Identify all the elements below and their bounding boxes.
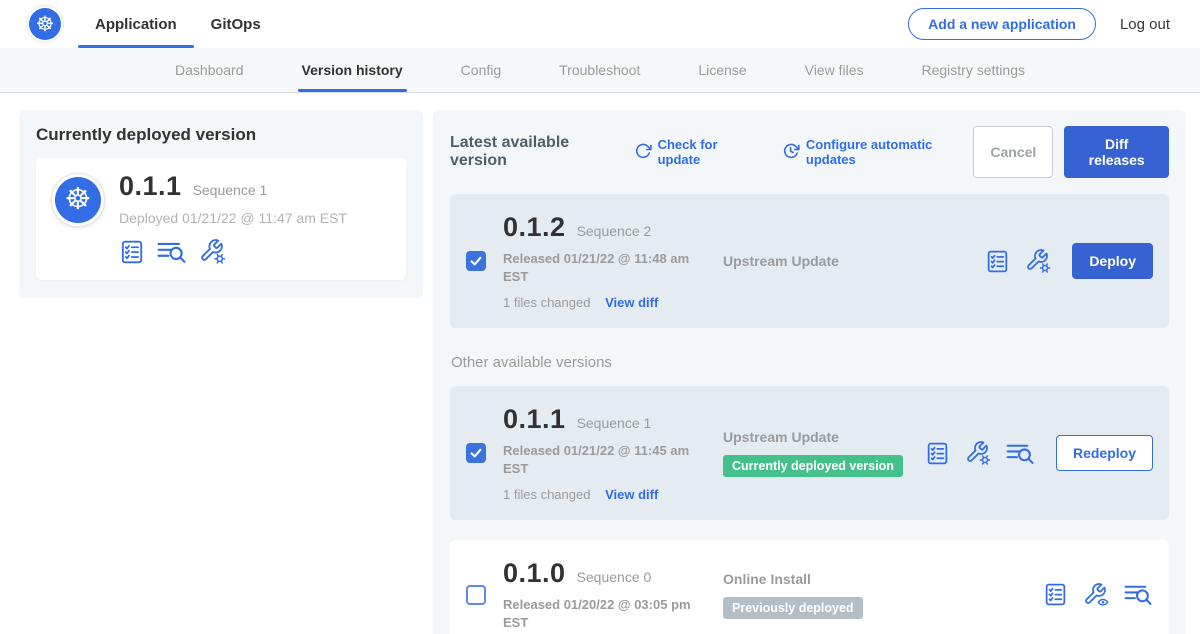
files-changed-label: 1 files changed xyxy=(503,295,590,310)
deployed-version-number: 0.1.1 xyxy=(119,171,182,202)
redeploy-button[interactable]: Redeploy xyxy=(1056,435,1153,471)
version-row-0-1-2: 0.1.2 Sequence 2 Released 01/21/22 @ 11:… xyxy=(450,194,1169,328)
check-for-update-link[interactable]: Check for update xyxy=(634,137,756,167)
checklist-icon[interactable] xyxy=(119,239,145,265)
subnav-view-files[interactable]: View files xyxy=(805,48,864,92)
version-number: 0.1.2 xyxy=(503,212,566,243)
version-sequence: Sequence 2 xyxy=(577,223,652,239)
top-nav: ☸ Application GitOps Add a new applicati… xyxy=(0,0,1200,48)
view-diff-link[interactable]: View diff xyxy=(605,487,658,502)
logout-button[interactable]: Log out xyxy=(1120,16,1170,33)
refresh-icon xyxy=(634,142,652,163)
released-timestamp: Released 01/20/22 @ 03:05 pm EST xyxy=(503,596,693,631)
kubernetes-app-icon: ☸ xyxy=(55,177,101,223)
deployed-panel-title: Currently deployed version xyxy=(36,125,406,145)
subnav-config[interactable]: Config xyxy=(461,48,501,92)
released-timestamp: Released 01/21/22 @ 11:48 am EST xyxy=(503,250,693,285)
version-source: Upstream Update xyxy=(723,253,985,269)
wrench-gear-icon[interactable] xyxy=(199,238,226,265)
wrench-eye-icon[interactable] xyxy=(1083,582,1109,608)
version-checkbox[interactable] xyxy=(466,443,486,463)
checklist-icon[interactable] xyxy=(1043,582,1068,607)
deployed-timestamp: Deployed 01/21/22 @ 11:47 am EST xyxy=(119,210,347,226)
version-checkbox[interactable] xyxy=(466,585,486,605)
configure-auto-updates-label: Configure automatic updates xyxy=(806,137,974,167)
other-versions-label: Other available versions xyxy=(451,354,1169,371)
section-nav: Dashboard Version history Config Trouble… xyxy=(0,48,1200,93)
wrench-gear-icon[interactable] xyxy=(1025,248,1051,274)
version-row-0-1-1: 0.1.1 Sequence 1 Released 01/21/22 @ 11:… xyxy=(450,386,1169,520)
cancel-button[interactable]: Cancel xyxy=(973,126,1053,178)
files-changed-label: 1 files changed xyxy=(503,487,590,502)
subnav-dashboard[interactable]: Dashboard xyxy=(175,48,244,92)
version-sequence: Sequence 1 xyxy=(577,415,652,431)
file-search-icon[interactable] xyxy=(1124,582,1153,607)
version-row-0-1-0: 0.1.0 Sequence 0 Released 01/20/22 @ 03:… xyxy=(450,540,1169,634)
tab-gitops[interactable]: GitOps xyxy=(194,0,278,48)
tab-application[interactable]: Application xyxy=(78,0,194,48)
subnav-troubleshoot[interactable]: Troubleshoot xyxy=(559,48,640,92)
deployed-version-card: ☸ 0.1.1 Sequence 1 Deployed 01/21/22 @ 1… xyxy=(36,158,406,280)
version-source: Upstream Update xyxy=(723,429,925,445)
main-content: Currently deployed version ☸ 0.1.1 Seque… xyxy=(0,93,1200,634)
deployed-sequence: Sequence 1 xyxy=(193,182,268,198)
version-source: Online Install xyxy=(723,571,1043,587)
diff-releases-button[interactable]: Diff releases xyxy=(1064,126,1169,178)
available-versions-panel: Latest available version Check for updat… xyxy=(433,110,1186,634)
version-number: 0.1.0 xyxy=(503,558,566,589)
released-timestamp: Released 01/21/22 @ 11:45 am EST xyxy=(503,442,693,477)
version-checkbox[interactable] xyxy=(466,251,486,271)
currently-deployed-panel: Currently deployed version ☸ 0.1.1 Seque… xyxy=(19,110,423,298)
subnav-license[interactable]: License xyxy=(698,48,746,92)
currently-deployed-badge: Currently deployed version xyxy=(723,455,903,477)
kubernetes-wheel-icon: ☸ xyxy=(29,8,61,40)
clock-refresh-icon xyxy=(782,142,800,163)
file-search-icon[interactable] xyxy=(157,239,187,265)
subnav-registry-settings[interactable]: Registry settings xyxy=(922,48,1025,92)
checklist-icon[interactable] xyxy=(985,249,1010,274)
previously-deployed-badge: Previously deployed xyxy=(723,597,863,619)
version-sequence: Sequence 0 xyxy=(577,569,652,585)
wrench-gear-icon[interactable] xyxy=(965,440,991,466)
kubernetes-logo: ☸ xyxy=(26,5,64,43)
version-number: 0.1.1 xyxy=(503,404,566,435)
checklist-icon[interactable] xyxy=(925,441,950,466)
file-search-icon[interactable] xyxy=(1006,441,1035,466)
add-application-button[interactable]: Add a new application xyxy=(908,8,1096,40)
available-panel-header: Latest available version Check for updat… xyxy=(450,126,1169,178)
app-tabs: Application GitOps xyxy=(78,0,278,48)
check-for-update-label: Check for update xyxy=(658,137,756,167)
deploy-button[interactable]: Deploy xyxy=(1072,243,1153,279)
subnav-version-history[interactable]: Version history xyxy=(302,48,403,92)
app-icon-ring: ☸ xyxy=(51,173,105,227)
view-diff-link[interactable]: View diff xyxy=(605,295,658,310)
available-panel-title: Latest available version xyxy=(450,134,620,170)
configure-auto-updates-link[interactable]: Configure automatic updates xyxy=(782,137,974,167)
